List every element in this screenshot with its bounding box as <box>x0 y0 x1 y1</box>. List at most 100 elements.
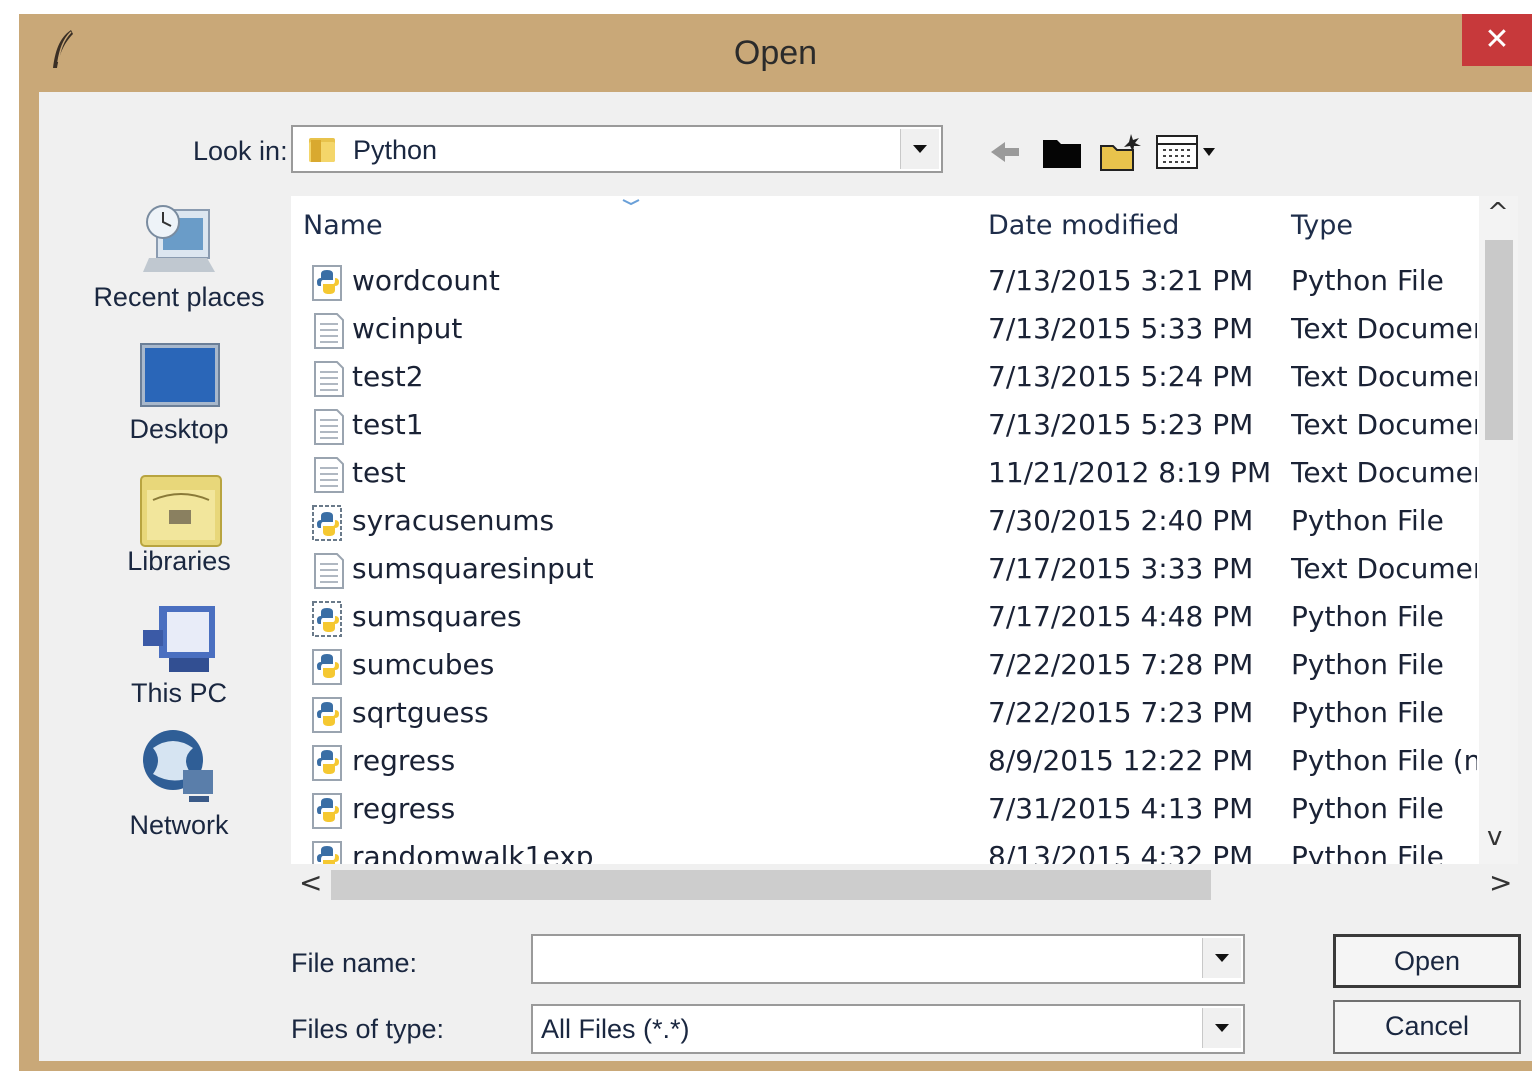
file-type: Python File <box>1291 648 1444 681</box>
file-row[interactable]: test1 7/13/2015 5:23 PM Text Document <box>291 402 1479 450</box>
file-date: 7/22/2015 7:28 PM <box>988 648 1254 681</box>
file-row[interactable]: sumsquaresinput 7/17/2015 3:33 PM Text Doc… <box>291 546 1479 594</box>
this-pc-icon <box>143 606 215 672</box>
file-date: 7/31/2015 4:13 PM <box>988 792 1254 825</box>
horizontal-scrollbar[interactable]: < > <box>291 864 1518 906</box>
file-name: test1 <box>352 408 424 441</box>
close-button[interactable]: ✕ <box>1462 14 1532 66</box>
file-date: 7/22/2015 7:23 PM <box>988 696 1254 729</box>
file-row[interactable]: wcinput 7/13/2015 5:33 PM Text Document <box>291 306 1479 354</box>
scroll-down-button[interactable]: v <box>1487 822 1502 852</box>
file-date: 11/21/2012 8:19 PM <box>988 456 1272 489</box>
file-type: Python File <box>1291 840 1444 864</box>
python-file-icon <box>311 696 345 734</box>
file-row[interactable]: sumsquares 7/17/2015 4:48 PM Python File <box>291 594 1479 642</box>
look-in-value: Python <box>353 135 438 165</box>
python-file-icon <box>311 648 345 686</box>
file-type-label: Files of type: <box>291 1014 445 1044</box>
text-file-icon <box>311 360 345 398</box>
open-button[interactable]: Open <box>1333 934 1521 988</box>
file-row[interactable]: wordcount 7/13/2015 3:21 PM Python File <box>291 258 1479 306</box>
python-file-icon <box>311 264 345 302</box>
file-type-select[interactable]: All Files (*.*) <box>531 1004 1245 1054</box>
up-folder-icon[interactable] <box>1041 132 1083 172</box>
column-header-type[interactable]: Type <box>1291 196 1353 256</box>
place-desktop[interactable]: Desktop <box>79 342 279 444</box>
file-date: 7/13/2015 3:21 PM <box>988 264 1254 297</box>
file-type: Text Document <box>1291 552 1477 585</box>
recent-places-icon <box>143 205 215 272</box>
python-file-icon <box>311 840 345 864</box>
file-name-input[interactable] <box>531 934 1245 984</box>
open-dialog: Open ✕ Look in: Python Recent places Des… <box>19 14 1532 1071</box>
dialog-body: Look in: Python Recent places Desktop Li… <box>39 92 1532 1061</box>
column-header-date[interactable]: Date modified <box>988 196 1179 256</box>
file-type-value: All Files (*.*) <box>541 1014 690 1044</box>
file-row[interactable]: syracusenums 7/30/2015 2:40 PM Python File <box>291 498 1479 546</box>
file-row[interactable]: regress 8/9/2015 12:22 PM Python File (n <box>291 738 1479 786</box>
file-type: Text Document <box>1291 456 1477 489</box>
file-list[interactable]: Name Date modified Type wordcount 7/13/20… <box>291 196 1518 864</box>
place-network[interactable]: Network <box>79 726 279 840</box>
file-name: sqrtguess <box>352 696 489 729</box>
vertical-scrollbar[interactable]: ^ v <box>1479 196 1518 864</box>
file-name: wcinput <box>352 312 463 345</box>
view-menu-icon[interactable] <box>1155 132 1223 172</box>
file-type: Text Document <box>1291 360 1477 393</box>
folder-icon <box>309 138 335 162</box>
file-name: wordcount <box>352 264 500 297</box>
file-name: sumsquaresinput <box>352 552 594 585</box>
file-date: 7/30/2015 2:40 PM <box>988 504 1254 537</box>
file-date: 7/13/2015 5:23 PM <box>988 408 1254 441</box>
place-libraries[interactable]: Libraries <box>79 470 279 580</box>
network-icon <box>143 730 213 802</box>
file-date: 7/17/2015 3:33 PM <box>988 552 1254 585</box>
file-type: Python File <box>1291 264 1444 297</box>
title-bar[interactable]: Open ✕ <box>19 14 1532 92</box>
file-row[interactable]: sumcubes 7/22/2015 7:28 PM Python File <box>291 642 1479 690</box>
file-name: sumcubes <box>352 648 495 681</box>
file-date: 8/13/2015 4:32 PM <box>988 840 1254 864</box>
place-recent[interactable]: Recent places <box>79 202 279 312</box>
file-row[interactable]: test2 7/13/2015 5:24 PM Text Document <box>291 354 1479 402</box>
text-file-icon <box>311 408 345 446</box>
file-date: 7/13/2015 5:24 PM <box>988 360 1254 393</box>
libraries-icon <box>140 475 222 547</box>
look-in-combo[interactable]: Python <box>291 125 943 173</box>
file-row[interactable]: sqrtguess 7/22/2015 7:23 PM Python File <box>291 690 1479 738</box>
file-type: Python File <box>1291 600 1444 633</box>
place-label: Libraries <box>127 546 231 576</box>
window-title: Open <box>733 34 818 72</box>
place-label: This PC <box>130 678 228 708</box>
file-name-dropdown-button[interactable] <box>1202 938 1241 978</box>
text-file-icon <box>311 456 345 494</box>
scroll-left-button[interactable]: < <box>299 866 322 899</box>
file-row[interactable]: regress 7/31/2015 4:13 PM Python File <box>291 786 1479 834</box>
file-name: regress <box>352 792 456 825</box>
scroll-up-button[interactable]: ^ <box>1487 198 1509 228</box>
file-date: 7/13/2015 5:33 PM <box>988 312 1254 345</box>
file-name: randomwalk1exp <box>352 840 594 864</box>
file-date: 7/17/2015 4:48 PM <box>988 600 1254 633</box>
file-row[interactable]: randomwalk1exp 8/13/2015 4:32 PM Python Fi… <box>291 834 1479 864</box>
place-this-pc[interactable]: This PC <box>79 602 279 712</box>
place-label: Desktop <box>129 414 229 444</box>
look-in-dropdown-button[interactable] <box>900 129 939 169</box>
back-arrow-icon[interactable] <box>987 132 1023 172</box>
cancel-button[interactable]: Cancel <box>1333 1000 1521 1054</box>
new-folder-icon[interactable] <box>1099 132 1143 172</box>
file-type-dropdown-button[interactable] <box>1202 1008 1241 1048</box>
text-file-icon <box>311 552 345 590</box>
file-name: sumsquares <box>352 600 522 633</box>
horizontal-scroll-thumb[interactable] <box>331 870 1211 900</box>
file-date: 8/9/2015 12:22 PM <box>988 744 1254 777</box>
file-name: regress <box>352 744 456 777</box>
python-file-icon <box>311 744 345 782</box>
file-row[interactable]: test 11/21/2012 8:19 PM Text Document <box>291 450 1479 498</box>
column-header-name[interactable]: Name <box>303 196 383 256</box>
scroll-right-button[interactable]: > <box>1489 866 1512 899</box>
file-name: syracusenums <box>352 504 555 537</box>
desktop-icon <box>140 343 220 407</box>
python-file-icon <box>311 792 345 830</box>
vertical-scroll-thumb[interactable] <box>1485 240 1513 440</box>
